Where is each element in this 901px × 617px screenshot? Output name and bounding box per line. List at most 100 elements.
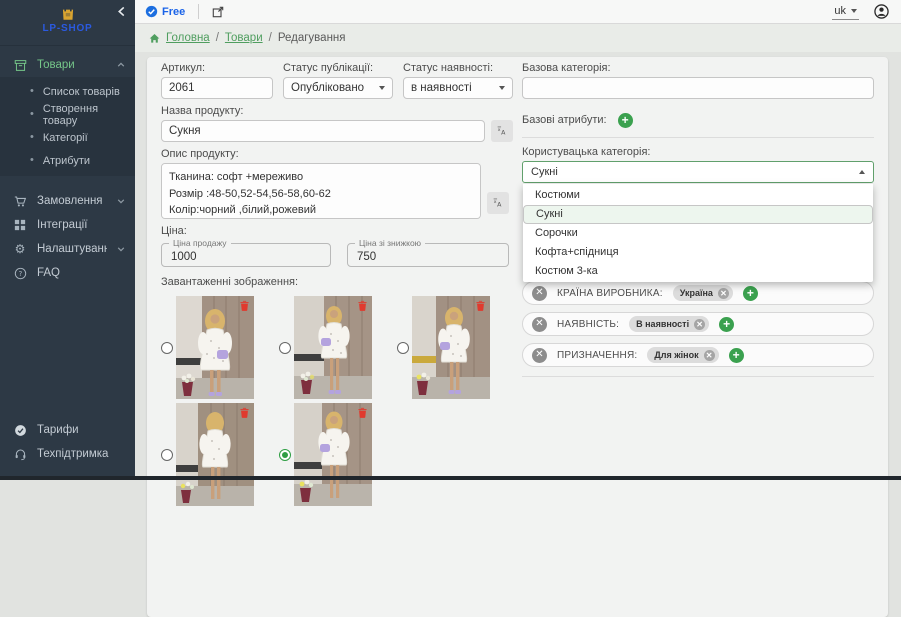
- product-edit-card: Артикул: Статус публікації: Опубліковано…: [147, 57, 888, 617]
- base-category-input[interactable]: [522, 77, 874, 99]
- sidebar-item-orders[interactable]: Замовлення: [0, 189, 135, 213]
- custom-category-select[interactable]: Сукні: [522, 161, 874, 183]
- base-category-label: Базова категорія:: [522, 62, 874, 75]
- publish-status-label: Статус публікації:: [283, 62, 393, 75]
- category-option[interactable]: Кофта+спідниця: [523, 243, 873, 262]
- discount-price-label: Ціна зі знижкою: [355, 238, 425, 249]
- delete-image-button[interactable]: [476, 300, 485, 311]
- base-attributes-row: Базові атрибути: +: [522, 113, 874, 128]
- delete-image-button[interactable]: [240, 407, 249, 418]
- remove-attribute-button[interactable]: ✕: [532, 348, 547, 363]
- sidebar-item-label: Налаштування: [37, 243, 107, 255]
- open-in-new-icon: [212, 6, 224, 18]
- category-option[interactable]: Костюми: [523, 186, 873, 205]
- logo-text: LP-SHOP: [0, 23, 135, 34]
- sale-price-label: Ціна продажу: [169, 238, 231, 249]
- main-image-radio[interactable]: [279, 342, 291, 354]
- attribute-name: КРАЇНА ВИРОБНИКА:: [557, 288, 663, 299]
- publish-status-select[interactable]: Опубліковано: [283, 77, 393, 99]
- sidebar-bottom: Тарифи Техпідтримка: [0, 418, 135, 466]
- delete-image-button[interactable]: [358, 407, 367, 418]
- sidebar-item-label: Техпідтримка: [37, 448, 125, 460]
- product-name-input[interactable]: [161, 120, 485, 142]
- delete-image-button[interactable]: [358, 300, 367, 311]
- translate-description-button[interactable]: xA: [487, 192, 509, 214]
- language-value: uk: [834, 5, 846, 17]
- breadcrumb: Головна / Товари / Редагування: [135, 24, 901, 52]
- user-avatar-icon: [874, 4, 889, 19]
- sidebar-nav: Товари •Список товарів •Створення товару…: [0, 53, 135, 285]
- description-label: Опис продукту:: [161, 148, 513, 161]
- remove-attribute-button[interactable]: ✕: [532, 286, 547, 301]
- product-photo: [412, 296, 490, 399]
- category-option[interactable]: Костюм 3-ка: [523, 262, 873, 281]
- main-image-radio-selected[interactable]: [279, 449, 291, 461]
- trash-icon: [476, 300, 485, 311]
- publish-status-value: Опубліковано: [291, 82, 364, 94]
- translate-icon: xA: [493, 196, 503, 210]
- translate-name-button[interactable]: xA: [491, 120, 513, 142]
- sidebar-item-attributes[interactable]: •Атрибути: [0, 149, 135, 172]
- plan-badge[interactable]: Free: [145, 5, 185, 18]
- image-item-1: [161, 296, 254, 399]
- verified-check-icon: [145, 5, 158, 18]
- sidebar-item-integrations[interactable]: Інтеграції: [0, 213, 135, 237]
- stock-status-label: Статус наявності:: [403, 62, 513, 75]
- language-select[interactable]: uk: [832, 4, 859, 20]
- account-button[interactable]: [874, 4, 889, 19]
- category-option-selected[interactable]: Сукні: [523, 205, 873, 224]
- breadcrumb-products-link[interactable]: Товари: [225, 32, 263, 44]
- stock-status-select[interactable]: в наявності: [403, 77, 513, 99]
- logo[interactable]: LP-SHOP: [0, 0, 135, 34]
- product-photo: [294, 296, 372, 399]
- product-photo: [176, 403, 254, 506]
- svg-text:x: x: [498, 128, 501, 133]
- add-attribute-value-button[interactable]: +: [743, 286, 758, 301]
- chip-remove-icon[interactable]: ✕: [704, 350, 715, 361]
- sidebar-item-settings[interactable]: ⚙ Налаштування: [0, 237, 135, 261]
- main-image-radio[interactable]: [397, 342, 409, 354]
- trash-icon: [358, 407, 367, 418]
- description-textarea[interactable]: Тканина: софт +мереживо Розмір :48-50,52…: [161, 163, 481, 219]
- chip-text: В наявності: [636, 319, 689, 329]
- chevron-up-icon: [117, 61, 125, 69]
- sidebar-item-faq[interactable]: ? FAQ: [0, 261, 135, 285]
- attribute-value-chip: В наявності ✕: [629, 316, 709, 332]
- product-photo: [176, 296, 254, 399]
- sidebar-item-tariffs[interactable]: Тарифи: [0, 418, 135, 442]
- main-image-radio[interactable]: [161, 342, 173, 354]
- sidebar-collapse-button[interactable]: [117, 6, 126, 17]
- delete-image-button[interactable]: [240, 300, 249, 311]
- sub-item-label: Список товарів: [43, 86, 120, 98]
- sidebar-item-product-create[interactable]: •Створення товару: [0, 103, 135, 126]
- sku-input[interactable]: [161, 77, 273, 99]
- sidebar-item-products[interactable]: Товари: [0, 53, 135, 77]
- box-icon: [13, 59, 27, 72]
- stock-status-value: в наявності: [411, 82, 472, 94]
- add-attribute-value-button[interactable]: +: [719, 317, 734, 332]
- custom-category-label: Користувацька категорія:: [522, 146, 874, 159]
- open-storefront-button[interactable]: [212, 6, 224, 18]
- attribute-row-availability: ✕ НАЯВНІСТЬ: В наявності ✕ +: [522, 312, 874, 336]
- topbar: Free uk: [135, 0, 901, 24]
- sidebar-item-categories[interactable]: •Категорії: [0, 126, 135, 149]
- image-item-3: [397, 296, 490, 399]
- add-base-attribute-button[interactable]: +: [618, 113, 633, 128]
- sidebar-item-product-list[interactable]: •Список товарів: [0, 80, 135, 103]
- chip-remove-icon[interactable]: ✕: [718, 288, 729, 299]
- discount-price-field: Ціна зі знижкою: [347, 243, 509, 267]
- sidebar-logo-row: LP-SHOP: [0, 0, 135, 46]
- main-image-radio[interactable]: [161, 449, 173, 461]
- remove-attribute-button[interactable]: ✕: [532, 317, 547, 332]
- category-option[interactable]: Сорочки: [523, 224, 873, 243]
- svg-text:A: A: [497, 201, 502, 208]
- add-attribute-value-button[interactable]: +: [729, 348, 744, 363]
- attribute-row-purpose: ✕ ПРИЗНАЧЕННЯ: Для жінок ✕ +: [522, 343, 874, 367]
- chip-remove-icon[interactable]: ✕: [694, 319, 705, 330]
- breadcrumb-home-link[interactable]: Головна: [166, 32, 210, 44]
- topbar-divider: [198, 4, 199, 19]
- svg-text:?: ?: [18, 269, 22, 277]
- chevron-down-icon: [851, 9, 857, 13]
- sidebar-item-support[interactable]: Техпідтримка: [0, 442, 135, 466]
- image-item-5: [279, 403, 372, 506]
